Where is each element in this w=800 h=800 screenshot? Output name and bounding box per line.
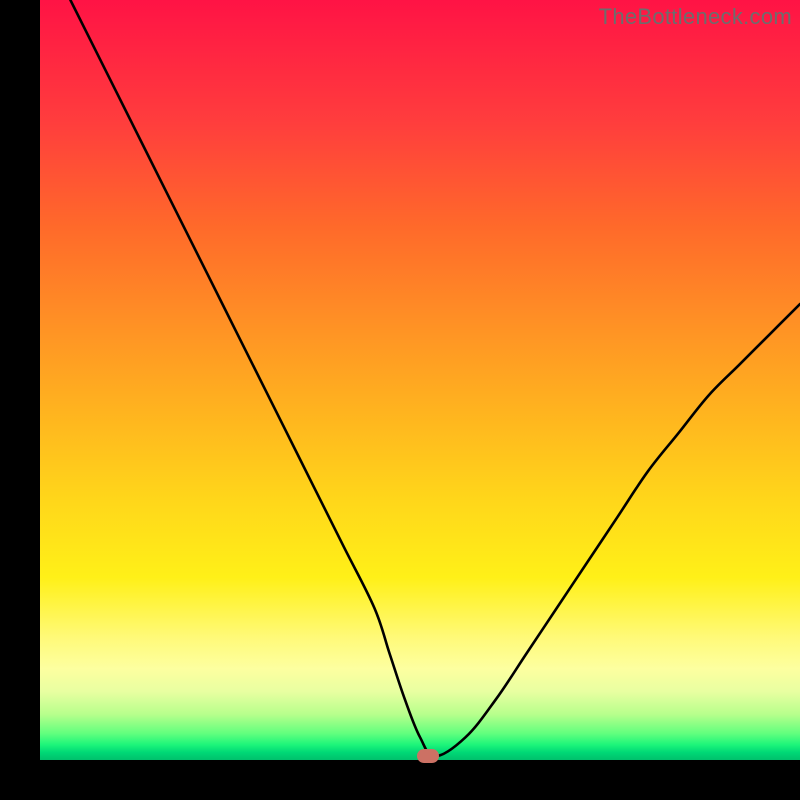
chart-stage: TheBottleneck.com — [0, 0, 800, 800]
plot-area: TheBottleneck.com — [40, 0, 800, 760]
minimum-marker — [417, 749, 439, 763]
bottleneck-curve — [40, 0, 800, 760]
